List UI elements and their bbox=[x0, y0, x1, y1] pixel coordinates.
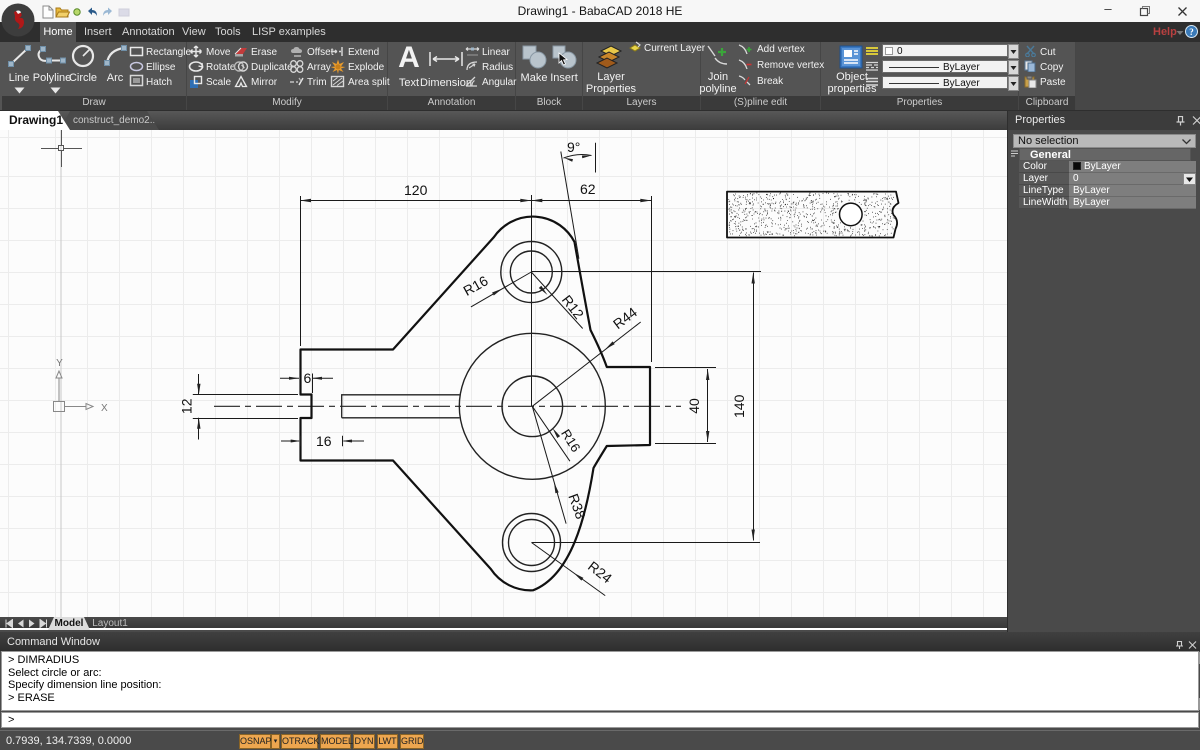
svg-text:6: 6 bbox=[304, 370, 312, 386]
svg-text:R16: R16 bbox=[558, 427, 583, 455]
svg-text:R24: R24 bbox=[585, 558, 615, 587]
svg-text:62: 62 bbox=[580, 181, 596, 197]
svg-text:Y: Y bbox=[56, 358, 63, 369]
svg-text:R38: R38 bbox=[565, 491, 589, 521]
svg-text:R16: R16 bbox=[460, 272, 490, 299]
svg-text:X: X bbox=[101, 403, 108, 414]
svg-text:140: 140 bbox=[731, 394, 747, 418]
svg-text:12: 12 bbox=[179, 398, 195, 414]
svg-text:9°: 9° bbox=[567, 139, 580, 155]
svg-text:40: 40 bbox=[686, 398, 702, 414]
svg-text:16: 16 bbox=[316, 433, 332, 449]
svg-text:120: 120 bbox=[404, 182, 428, 198]
svg-text:R12: R12 bbox=[559, 292, 588, 322]
svg-text:R44: R44 bbox=[610, 304, 640, 332]
